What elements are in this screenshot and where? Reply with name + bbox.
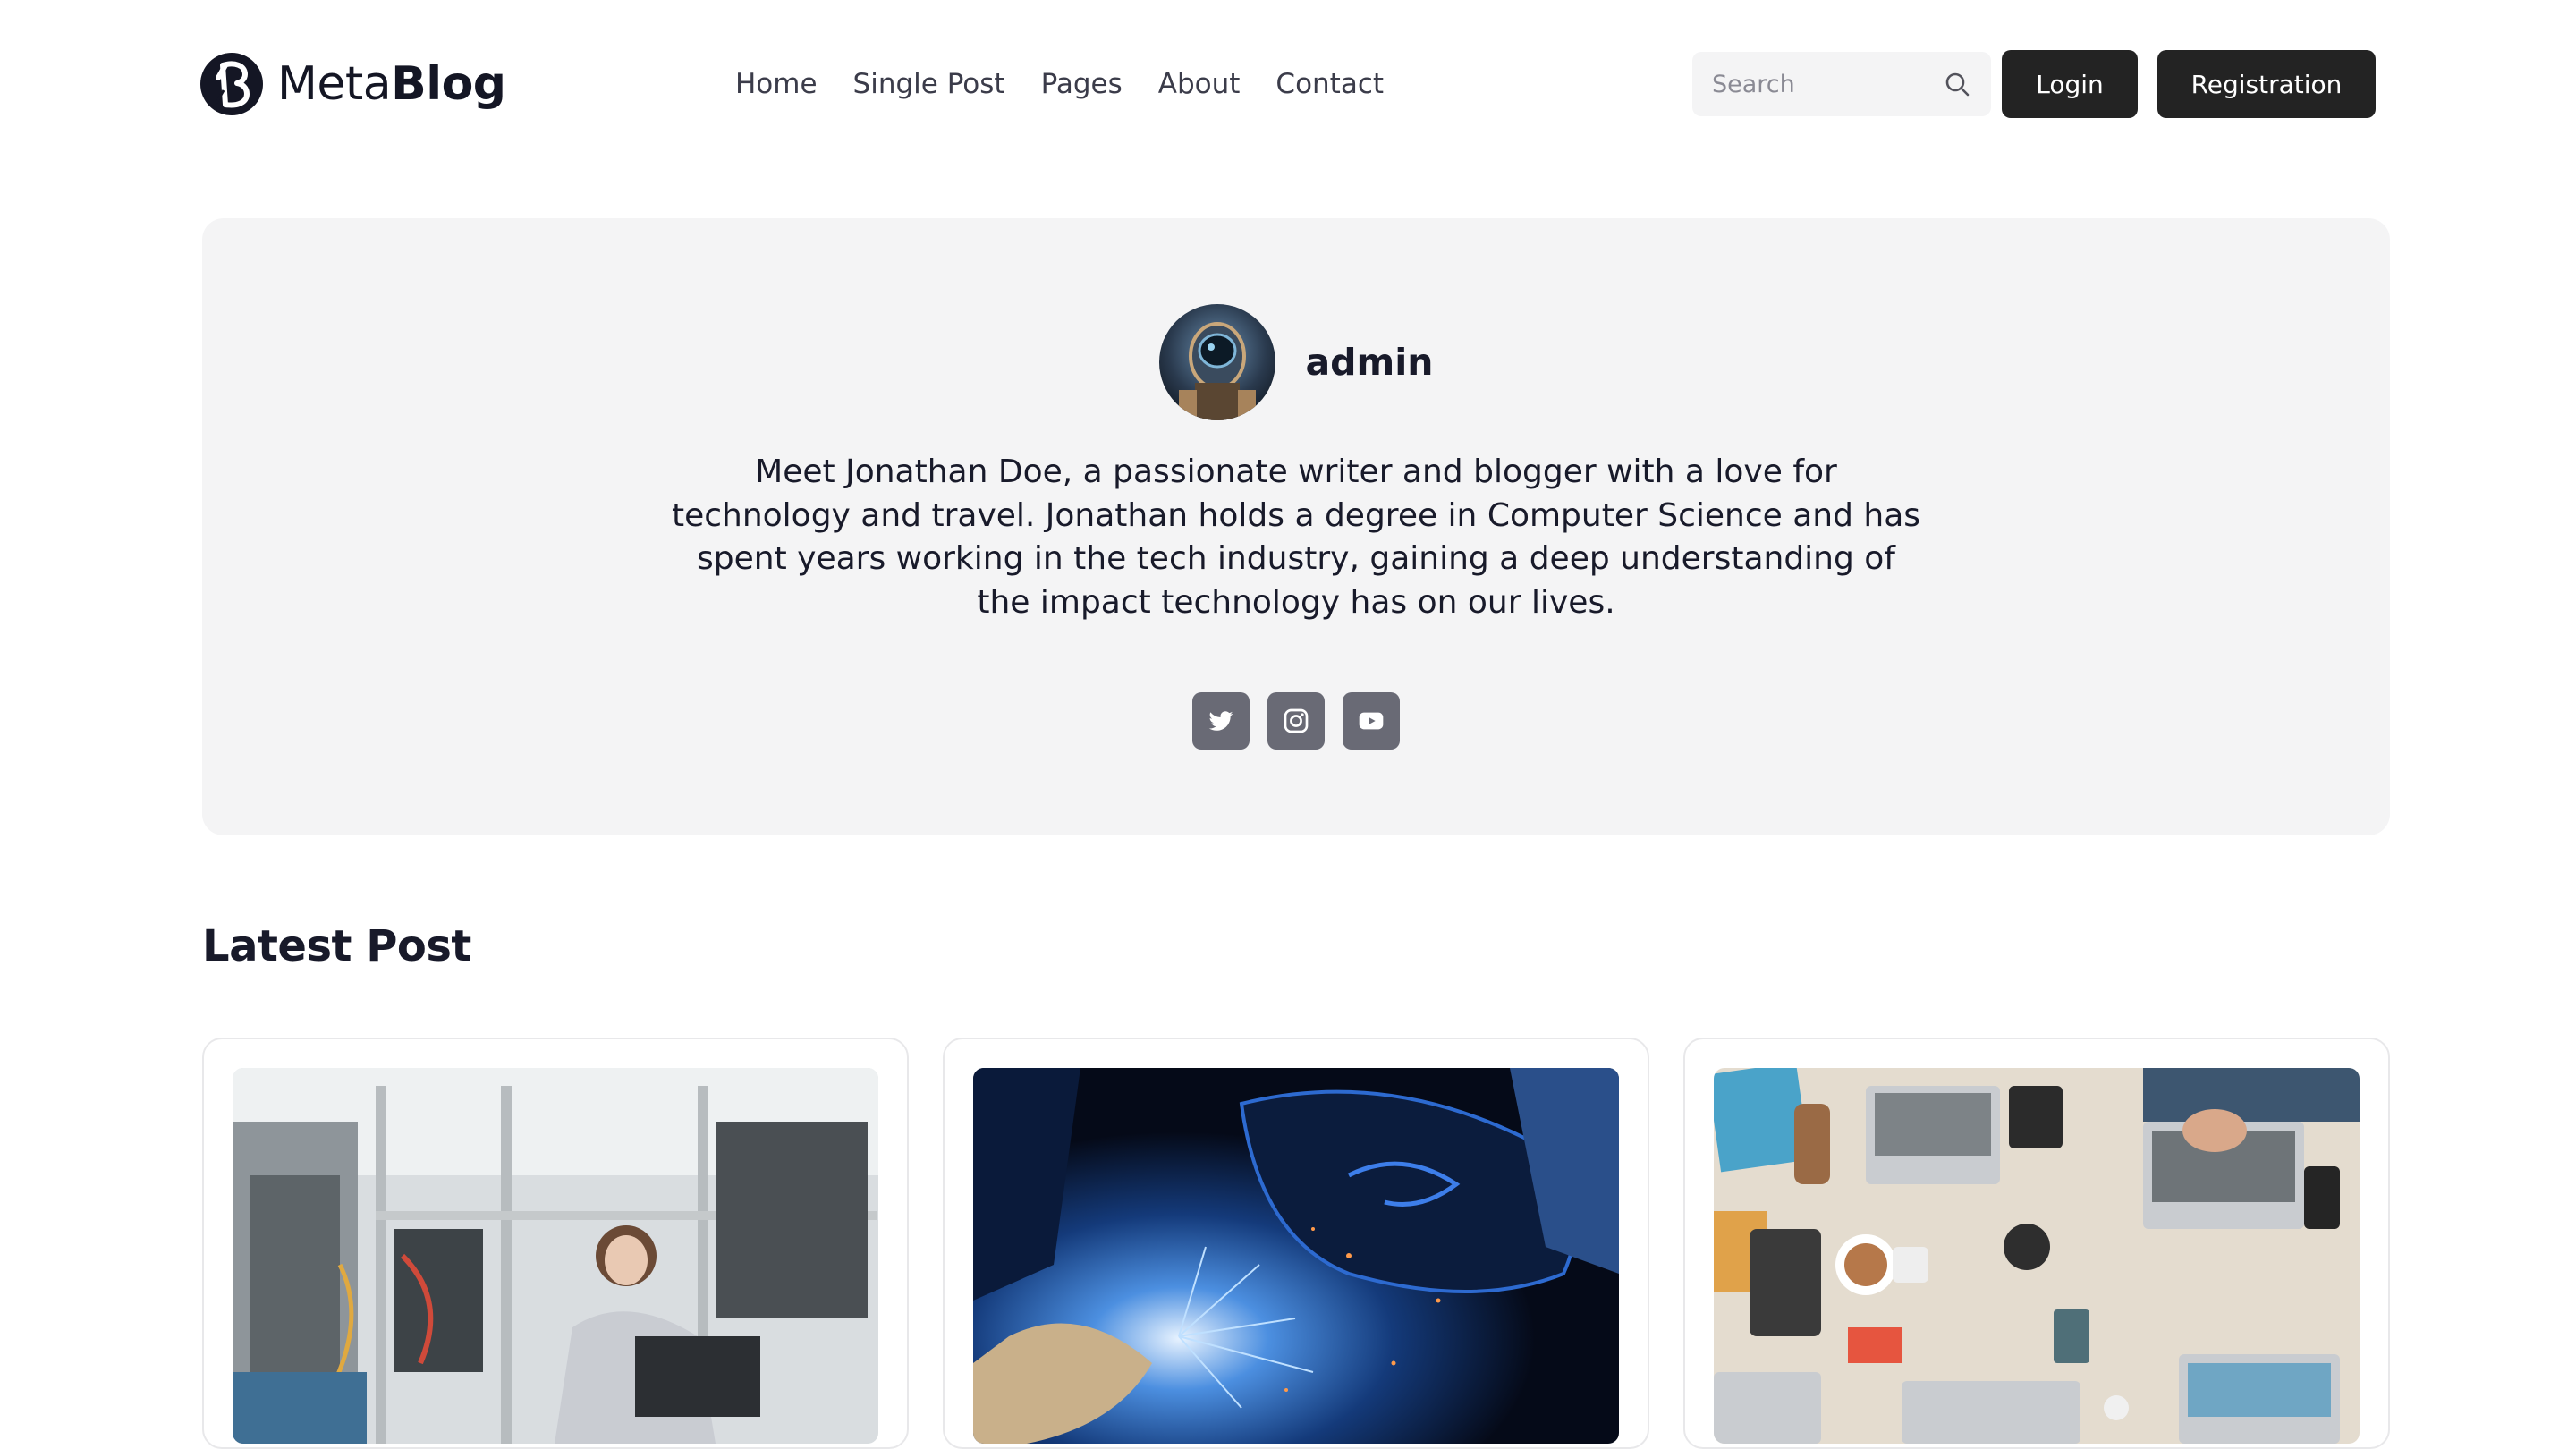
latest-post-heading: Latest Post: [202, 921, 471, 971]
author-name[interactable]: admin: [1306, 341, 1434, 384]
instagram-icon: [1284, 708, 1309, 733]
post-image-welding[interactable]: [973, 1068, 1619, 1444]
nav-pages[interactable]: Pages: [1041, 57, 1123, 111]
youtube-link[interactable]: [1343, 692, 1400, 750]
login-button[interactable]: Login: [2002, 50, 2138, 118]
blog-logo-icon: [200, 53, 263, 115]
nav-single-post[interactable]: Single Post: [853, 57, 1005, 111]
search-input[interactable]: [1712, 70, 1927, 98]
site-logo[interactable]: MetaBlog: [199, 50, 506, 118]
nav-about[interactable]: About: [1158, 57, 1241, 111]
main-nav: Home Single Post Pages About Contact: [735, 57, 1384, 111]
youtube-icon: [1359, 712, 1384, 730]
search-box: [1692, 52, 1991, 116]
nav-home[interactable]: Home: [735, 57, 818, 111]
search-icon[interactable]: [1943, 70, 1971, 98]
author-avatar[interactable]: [1158, 304, 1275, 420]
social-links: [202, 692, 2390, 750]
twitter-link[interactable]: [1192, 692, 1250, 750]
post-image-desk[interactable]: [1714, 1068, 2360, 1444]
author-header: admin: [202, 304, 2390, 420]
post-card[interactable]: [202, 1038, 909, 1449]
registration-button[interactable]: Registration: [2157, 50, 2376, 118]
author-bio: Meet Jonathan Doe, a passionate writer a…: [671, 453, 1921, 621]
author-card: admin Meet Jonathan Doe, a passionate wr…: [202, 218, 2390, 835]
post-card[interactable]: [943, 1038, 1649, 1449]
site-header: MetaBlog Home Single Post Pages About Co…: [0, 0, 2576, 170]
instagram-link[interactable]: [1267, 692, 1325, 750]
logo-text: MetaBlog: [277, 57, 506, 111]
post-image-lab[interactable]: [233, 1068, 878, 1444]
nav-contact[interactable]: Contact: [1275, 57, 1384, 111]
twitter-icon: [1208, 711, 1233, 731]
post-card[interactable]: [1683, 1038, 2390, 1449]
